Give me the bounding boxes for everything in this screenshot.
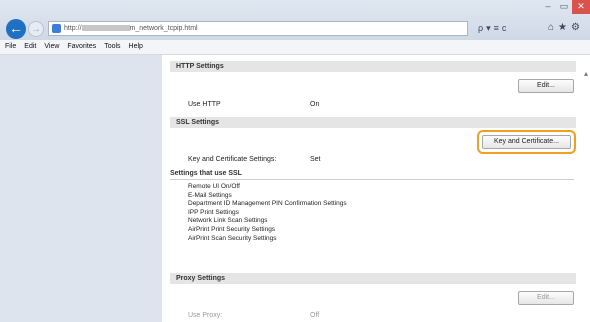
use-http-value: On bbox=[310, 101, 320, 108]
address-tools[interactable]: ρ▾≡c bbox=[478, 23, 509, 34]
close-window-button[interactable]: ✕ bbox=[572, 0, 590, 14]
menu-favorites[interactable]: Favorites bbox=[63, 40, 100, 54]
arrow-right-icon: → bbox=[31, 24, 41, 35]
list-item: Network Link Scan Settings bbox=[188, 217, 268, 225]
url-text: http:// m_network_tcpip.html bbox=[64, 23, 198, 34]
address-bar[interactable]: http:// m_network_tcpip.html bbox=[48, 21, 468, 36]
proxy-edit-button[interactable]: Edit... bbox=[518, 291, 574, 305]
settings-content: ▴ HTTP Settings Edit... Use HTTP On SSL … bbox=[162, 55, 590, 322]
menu-file[interactable]: File bbox=[0, 40, 20, 54]
title-bar: – ▭ ✕ ← → http:// m_network_tcpip.html ρ▾… bbox=[0, 0, 590, 40]
forward-button[interactable]: → bbox=[28, 21, 44, 37]
scroll-up-icon[interactable]: ▴ bbox=[584, 69, 588, 78]
list-item: Remote UI On/Off bbox=[188, 183, 240, 190]
list-item: AirPrint Print Security Settings bbox=[188, 225, 276, 233]
ssl-dependent-settings-list: Remote UI On/Off E-Mail Settings Departm… bbox=[188, 183, 347, 243]
divider bbox=[170, 179, 574, 180]
highlight-callout bbox=[477, 130, 576, 154]
key-cert-settings-label: Key and Certificate Settings: bbox=[188, 156, 277, 163]
http-settings-header: HTTP Settings bbox=[170, 61, 576, 72]
window-controls: – ▭ ✕ bbox=[540, 0, 590, 14]
key-cert-settings-value: Set bbox=[310, 156, 321, 163]
list-item: IPP Print Settings bbox=[188, 208, 239, 216]
proxy-settings-header: Proxy Settings bbox=[170, 273, 576, 284]
site-favicon-icon bbox=[52, 24, 61, 33]
redacted-host bbox=[81, 25, 130, 32]
menu-bar: File Edit View Favorites Tools Help bbox=[0, 40, 590, 55]
url-suffix: m_network_tcpip.html bbox=[129, 25, 198, 32]
menu-view[interactable]: View bbox=[40, 40, 63, 54]
http-edit-button[interactable]: Edit... bbox=[518, 79, 574, 93]
toolbar-icons[interactable]: ⌂★⚙ bbox=[548, 22, 584, 33]
ssl-settings-header: SSL Settings bbox=[170, 117, 576, 128]
use-proxy-label: Use Proxy: bbox=[188, 312, 223, 319]
list-item: E-Mail Settings bbox=[188, 191, 232, 199]
list-item: AirPrint Scan Security Settings bbox=[188, 234, 277, 242]
minimize-button[interactable]: – bbox=[540, 0, 556, 14]
browser-window: { "browser": { "url_prefix": "http://", … bbox=[0, 0, 590, 322]
maximize-button[interactable]: ▭ bbox=[556, 0, 572, 14]
url-prefix: http:// bbox=[64, 25, 82, 32]
back-button[interactable]: ← bbox=[6, 19, 26, 39]
left-nav-pane bbox=[0, 55, 162, 322]
settings-that-use-ssl-title: Settings that use SSL bbox=[170, 170, 242, 177]
list-item: Department ID Management PIN Confirmatio… bbox=[188, 200, 347, 208]
menu-help[interactable]: Help bbox=[125, 40, 147, 54]
use-proxy-value: Off bbox=[310, 312, 320, 319]
menu-tools[interactable]: Tools bbox=[100, 40, 124, 54]
menu-edit[interactable]: Edit bbox=[20, 40, 40, 54]
arrow-left-icon: ← bbox=[9, 20, 23, 36]
use-http-label: Use HTTP bbox=[188, 101, 221, 108]
